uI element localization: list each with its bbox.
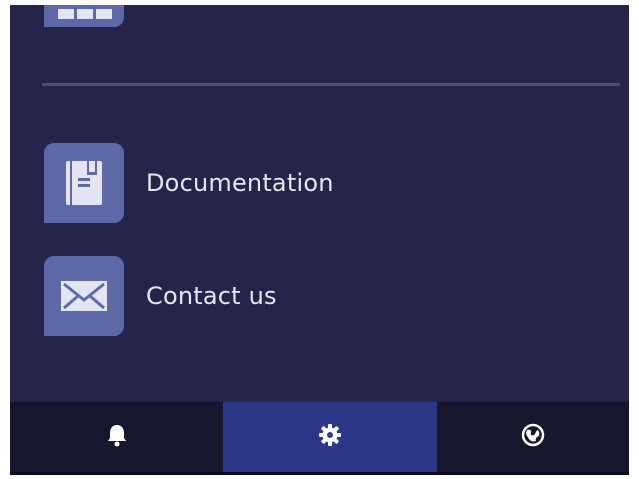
menu-item-contact-us[interactable]: Contact us — [44, 256, 584, 336]
menu-item-label: Documentation — [146, 169, 334, 197]
tab-language[interactable] — [437, 402, 629, 472]
globe-icon — [521, 423, 545, 451]
tab-notifications[interactable] — [10, 402, 223, 472]
bottom-navigation — [10, 402, 629, 475]
mail-icon — [44, 256, 124, 336]
documentation-icon — [44, 143, 124, 223]
tab-settings[interactable] — [223, 402, 437, 472]
gear-icon — [318, 423, 342, 451]
menu-item-documentation[interactable]: Documentation — [44, 143, 584, 223]
menu-item-label: Contact us — [146, 282, 277, 310]
settings-panel: Documentation Contact us — [10, 5, 629, 475]
previous-menu-item-icon[interactable] — [44, 5, 124, 27]
bell-icon — [106, 423, 128, 451]
menu-divider — [42, 83, 620, 86]
